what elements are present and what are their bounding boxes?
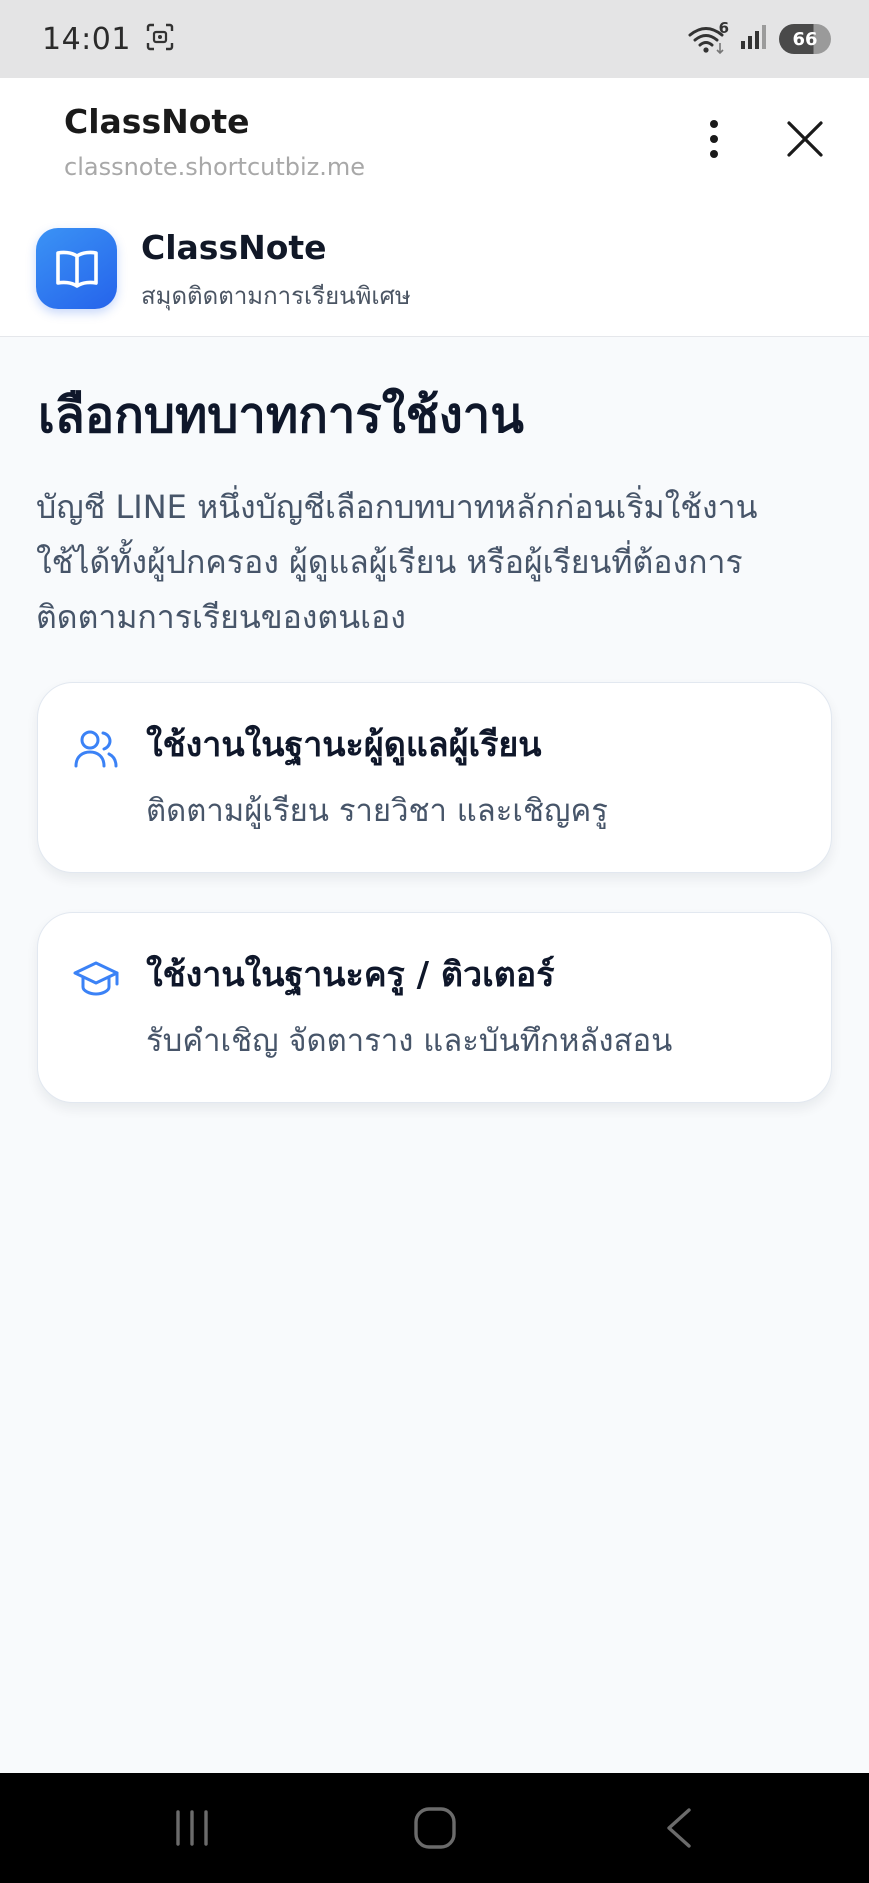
close-button[interactable] [780, 114, 830, 164]
home-button[interactable] [400, 1798, 470, 1858]
description-line: ติดตามการเรียนของตนเอง [36, 598, 406, 636]
kebab-menu-icon [710, 120, 718, 158]
browser-url[interactable]: classnote.shortcutbiz.me [64, 153, 365, 181]
users-icon [72, 725, 120, 773]
battery-level: 66 [792, 28, 818, 50]
signal-icon [739, 23, 769, 55]
role-description: รับคำเชิญ จัดตาราง และบันทึกหลังสอน [146, 1023, 673, 1059]
status-left: 14:01 [42, 22, 175, 57]
wifi-badge: 6 [718, 19, 729, 37]
description-line: ใช้ได้ทั้งผู้ปกครอง ผู้ดูแลผู้เรียน หรือ… [36, 543, 743, 581]
status-bar: 14:01 6 66 [0, 0, 869, 78]
home-icon [414, 1807, 456, 1849]
app-name: ClassNote [141, 228, 327, 267]
recents-button[interactable] [157, 1798, 227, 1858]
role-title: ใช้งานในฐานะผู้ดูแลผู้เรียน [146, 725, 542, 765]
app-header: ClassNote สมุดติดตามการเรียนพิเศษ [0, 200, 869, 337]
wifi-icon: 6 [687, 19, 729, 55]
app-subtitle: สมุดติดตามการเรียนพิเศษ [141, 282, 411, 310]
navigation-bar [0, 1773, 869, 1883]
recents-icon [176, 1810, 208, 1846]
app-logo [36, 228, 117, 309]
status-time: 14:01 [42, 21, 131, 57]
browser-title: ClassNote [64, 102, 250, 141]
description-line: บัญชี LINE หนึ่งบัญชีเลือกบทบาทหลักก่อนเ… [36, 488, 758, 526]
back-button[interactable] [643, 1798, 713, 1858]
browser-header: ClassNote classnote.shortcutbiz.me [0, 78, 869, 200]
graduation-cap-icon [72, 955, 120, 1003]
page-title: เลือกบทบาทการใช้งาน [38, 387, 524, 444]
role-card-teacher[interactable]: ใช้งานในฐานะครู / ติวเตอร์ รับคำเชิญ จัด… [37, 912, 832, 1103]
back-icon [667, 1808, 691, 1848]
role-card-guardian[interactable]: ใช้งานในฐานะผู้ดูแลผู้เรียน ติดตามผู้เรี… [37, 682, 832, 873]
open-book-icon [55, 250, 98, 288]
kebab-menu-button[interactable] [694, 114, 734, 164]
page-description: บัญชี LINE หนึ่งบัญชีเลือกบทบาทหลักก่อนเ… [36, 480, 836, 645]
screenshot-icon [145, 22, 175, 56]
battery-icon: 66 [779, 24, 831, 54]
role-title: ใช้งานในฐานะครู / ติวเตอร์ [146, 955, 555, 995]
role-description: ติดตามผู้เรียน รายวิชา และเชิญครู [146, 793, 608, 829]
status-right: 6 66 [687, 19, 831, 55]
close-icon [787, 121, 823, 157]
